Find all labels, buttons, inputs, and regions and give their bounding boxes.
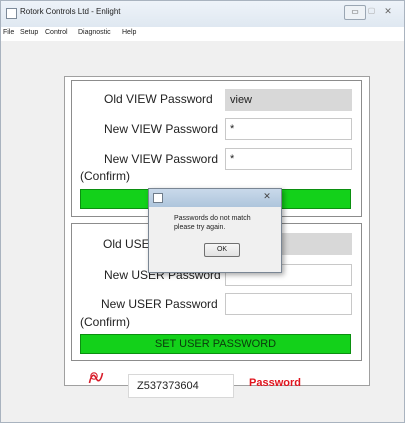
- error-dialog: ✕ Passwords do not match please try agai…: [148, 188, 282, 273]
- menu-bar: File Setup Control Diagnostic Help: [1, 27, 404, 41]
- dialog-message-line-2: please try again.: [174, 224, 226, 231]
- rotork-logo-icon: [88, 372, 104, 384]
- confirm-view-password-sublabel: (Confirm): [80, 169, 130, 183]
- dialog-message: Passwords do not match please try again.: [174, 214, 274, 232]
- menu-file[interactable]: File: [3, 29, 14, 36]
- close-button[interactable]: ✕: [379, 5, 397, 18]
- old-view-password-label: Old VIEW Password: [104, 92, 213, 106]
- dialog-close-button[interactable]: ✕: [258, 190, 276, 202]
- ok-button[interactable]: OK: [204, 243, 240, 257]
- confirm-user-password-field[interactable]: [225, 293, 352, 315]
- new-view-password-field[interactable]: *: [225, 118, 352, 140]
- dialog-app-icon: [153, 193, 163, 203]
- dialog-title-bar: ✕: [149, 189, 281, 207]
- menu-diagnostic[interactable]: Diagnostic: [78, 29, 111, 36]
- title-bar: Rotork Controls Ltd - Enlight ▭ ▢ ✕: [1, 1, 404, 27]
- maximize-button[interactable]: ▢: [365, 5, 378, 18]
- serial-number-field: Z537373604: [128, 374, 234, 398]
- confirm-view-password-label: New VIEW Password: [104, 152, 219, 166]
- menu-control[interactable]: Control: [45, 29, 68, 36]
- minimize-button[interactable]: ▭: [344, 5, 366, 20]
- window-app-icon: [6, 8, 17, 19]
- new-view-password-label: New VIEW Password: [104, 122, 219, 136]
- dialog-message-line-1: Passwords do not match: [174, 215, 251, 222]
- old-view-password-field[interactable]: view: [225, 89, 352, 111]
- confirm-user-password-sublabel: (Confirm): [80, 315, 130, 329]
- menu-help[interactable]: Help: [122, 29, 136, 36]
- set-user-password-button[interactable]: SET USER PASSWORD: [80, 334, 351, 354]
- menu-setup[interactable]: Setup: [20, 29, 38, 36]
- window-title: Rotork Controls Ltd - Enlight: [20, 7, 121, 16]
- mode-label: Password: [249, 377, 301, 389]
- confirm-user-password-label: New USER Password: [101, 297, 218, 311]
- confirm-view-password-field[interactable]: *: [225, 148, 352, 170]
